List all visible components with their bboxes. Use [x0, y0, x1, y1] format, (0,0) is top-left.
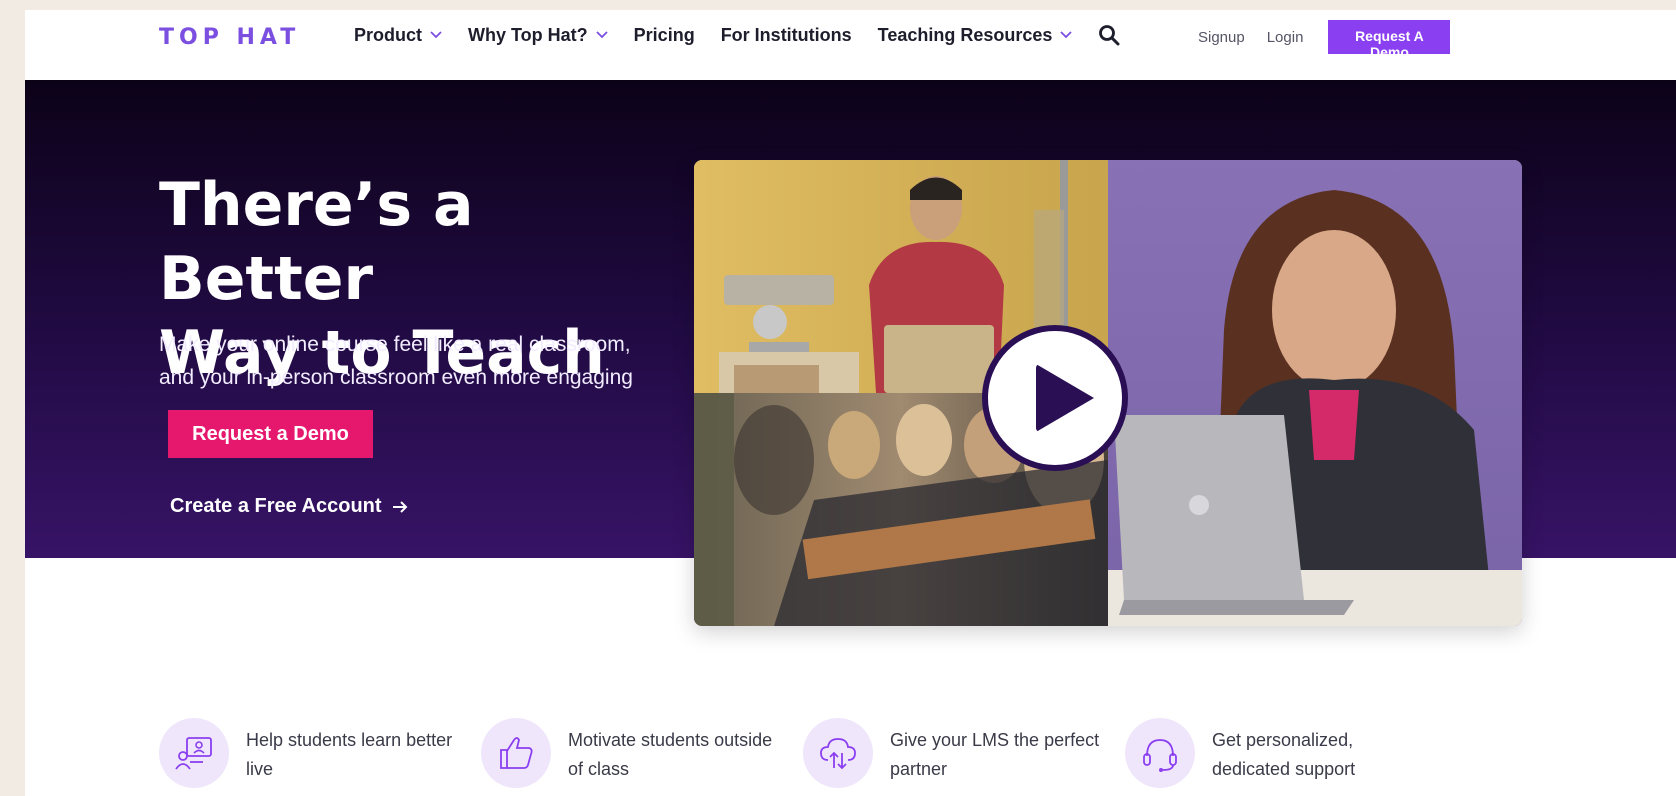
nav-item-label: Teaching Resources — [877, 24, 1053, 45]
feature-item: Help students learn better live — [159, 718, 481, 788]
live-teaching-icon — [159, 718, 229, 788]
feature-text: Get personalized, dedicated support — [1212, 726, 1432, 784]
nav-item-teaching-resources[interactable]: Teaching Resources — [878, 25, 1073, 46]
feature-text: Motivate students outside of class — [568, 726, 788, 784]
feature-line: of class — [568, 759, 630, 779]
nav-item-pricing[interactable]: Pricing — [634, 25, 695, 46]
feature-item: Motivate students outside of class — [481, 718, 803, 788]
play-button[interactable] — [982, 325, 1128, 471]
signup-link[interactable]: Signup — [1198, 29, 1245, 46]
headset-icon — [1125, 718, 1195, 788]
hero-subtitle-line: Make your online course feel like a real… — [159, 333, 631, 356]
arrow-right-icon — [392, 500, 407, 513]
nav-item-for-institutions[interactable]: For Institutions — [721, 25, 852, 46]
nav-item-label: Why Top Hat? — [468, 24, 588, 45]
login-link[interactable]: Login — [1267, 29, 1304, 46]
chevron-down-icon — [1060, 31, 1073, 39]
search-icon[interactable] — [1098, 24, 1120, 46]
feature-line: dedicated support — [1212, 759, 1356, 779]
hero-title-line: There’s a Better — [159, 170, 474, 314]
feature-item: Give your LMS the perfect partner — [803, 718, 1125, 788]
top-navigation: TOP HAT Product Why Top Hat? Pricing For… — [25, 10, 1676, 80]
nav-account-links: Signup Login Request A Demo — [1198, 20, 1451, 60]
feature-line: Motivate students outside — [568, 730, 773, 750]
page: TOP HAT Product Why Top Hat? Pricing For… — [25, 10, 1676, 796]
feature-list: Help students learn better live Motivate… — [159, 718, 1447, 788]
feature-line: live — [246, 759, 274, 779]
cloud-sync-icon — [803, 718, 873, 788]
feature-line: Get personalized, — [1212, 730, 1354, 750]
request-demo-nav-button[interactable]: Request A Demo — [1328, 20, 1451, 60]
nav-item-why-top-hat[interactable]: Why Top Hat? — [468, 25, 608, 46]
nav-item-label: Product — [354, 24, 423, 45]
feature-line: partner — [890, 759, 948, 779]
create-free-account-label: Create a Free Account — [170, 495, 382, 517]
feature-text: Give your LMS the perfect partner — [890, 726, 1110, 784]
feature-item: Get personalized, dedicated support — [1125, 718, 1447, 788]
hero-subtitle-line: and your in-person classroom even more e… — [159, 366, 633, 389]
play-icon — [1036, 364, 1094, 432]
nav-links: Product Why Top Hat? Pricing For Institu… — [354, 24, 1120, 46]
feature-line: Help students learn better — [246, 730, 453, 750]
nav-item-label: For Institutions — [720, 24, 852, 45]
hero-subtitle: Make your online course feel like a real… — [159, 328, 659, 394]
feature-text: Help students learn better live — [246, 726, 466, 784]
request-demo-hero-button[interactable]: Request a Demo — [168, 410, 373, 458]
chevron-down-icon — [596, 31, 608, 39]
nav-item-label: Pricing — [633, 24, 695, 45]
nav-item-product[interactable]: Product — [354, 25, 442, 46]
hero-video[interactable] — [694, 160, 1522, 626]
thumbs-up-icon — [481, 718, 551, 788]
feature-line: Give your LMS the perfect — [890, 730, 1100, 750]
create-free-account-link[interactable]: Create a Free Account — [170, 495, 408, 518]
chevron-down-icon — [430, 31, 442, 39]
top-hat-logo[interactable]: TOP HAT — [159, 25, 300, 50]
